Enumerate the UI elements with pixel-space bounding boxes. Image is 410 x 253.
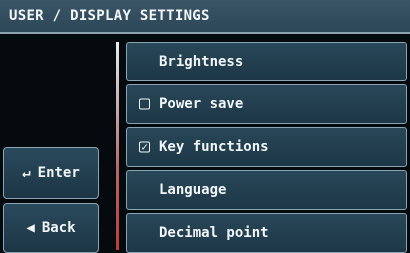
title-bar: USER / DISPLAY SETTINGS (0, 0, 410, 34)
menu-item-brightness[interactable]: Brightness (126, 42, 407, 81)
key-functions-checkbox[interactable]: ✓ (139, 141, 150, 153)
enter-button-label: Enter (37, 165, 80, 181)
enter-button[interactable]: ↵ Enter (3, 147, 99, 199)
menu-item-key-functions[interactable]: ✓ Key functions (126, 127, 407, 167)
enter-return-icon: ↵ (22, 165, 31, 181)
menu-scrollbar[interactable] (116, 42, 119, 250)
back-button[interactable]: ◀ Back (3, 203, 99, 253)
page-title: USER / DISPLAY SETTINGS (9, 8, 210, 24)
back-triangle-icon: ◀ (26, 220, 35, 236)
menu-item-decimal-point[interactable]: Decimal point (126, 213, 407, 253)
back-button-label: Back (41, 220, 76, 236)
menu-item-label: Decimal point (159, 225, 269, 241)
power-save-checkbox[interactable] (139, 98, 150, 110)
menu-item-label: Key functions (159, 139, 269, 155)
menu-item-label: Power save (159, 96, 244, 112)
menu-item-label: Language (159, 182, 227, 198)
menu-item-language[interactable]: Language (126, 170, 407, 210)
menu-item-label: Brightness (159, 53, 244, 70)
menu-item-power-save[interactable]: Power save (126, 84, 407, 124)
settings-screen: USER / DISPLAY SETTINGS ↵ Enter ◀ Back B… (0, 0, 410, 253)
